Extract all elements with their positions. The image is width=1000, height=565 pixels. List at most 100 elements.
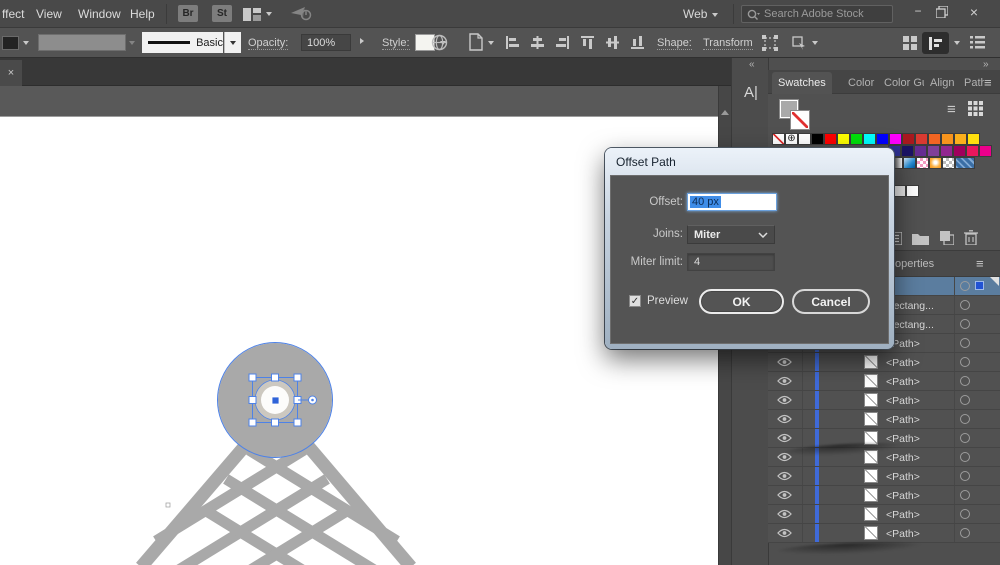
- swatch[interactable]: [850, 133, 863, 145]
- chevron-down-icon[interactable]: [23, 41, 29, 45]
- swatch[interactable]: [916, 157, 929, 169]
- fill-color-swatch[interactable]: [2, 36, 19, 50]
- visibility-eye-icon[interactable]: [777, 452, 792, 462]
- document-setup-icon[interactable]: [469, 33, 483, 51]
- layer-thumbnail[interactable]: [864, 526, 878, 540]
- chevron-right-icon[interactable]: [360, 38, 364, 44]
- stock-button[interactable]: St: [212, 5, 232, 22]
- swatch[interactable]: [798, 133, 811, 145]
- window-close-button[interactable]: ×: [964, 4, 984, 20]
- miter-limit-input[interactable]: 4: [687, 253, 775, 271]
- swatch[interactable]: [953, 145, 966, 157]
- layer-thumbnail[interactable]: [864, 355, 878, 369]
- layer-target-circle[interactable]: [960, 414, 970, 424]
- stroke-color-swatch[interactable]: [38, 34, 126, 51]
- document-tab-bar[interactable]: [0, 58, 731, 86]
- bounding-box-icon[interactable]: [762, 35, 778, 51]
- layer-target-circle[interactable]: [960, 357, 970, 367]
- layer-thumbnail[interactable]: [864, 412, 878, 426]
- swatch[interactable]: [863, 133, 876, 145]
- character-panel-icon[interactable]: A|: [744, 84, 758, 101]
- tab-color[interactable]: Color: [842, 72, 880, 94]
- pasteboard[interactable]: [0, 86, 718, 117]
- swatch[interactable]: [772, 133, 785, 145]
- tab-pathfinder[interactable]: Pathfinder: [958, 72, 984, 94]
- visibility-eye-icon[interactable]: [777, 376, 792, 386]
- swatch[interactable]: ⊕: [785, 133, 798, 145]
- panel-menu-icon[interactable]: ≡: [976, 256, 984, 271]
- chevron-down-icon[interactable]: [266, 12, 272, 16]
- document-setup-globe-icon[interactable]: [431, 34, 448, 51]
- workspace-select[interactable]: Web: [683, 7, 707, 21]
- preview-checkbox[interactable]: ✓: [629, 295, 641, 307]
- tab-swatches[interactable]: Swatches: [772, 72, 832, 94]
- joins-select[interactable]: Miter: [687, 225, 775, 244]
- adobe-stock-search[interactable]: Search Adobe Stock: [741, 5, 893, 23]
- swatch[interactable]: [929, 157, 942, 169]
- visibility-eye-icon[interactable]: [777, 414, 792, 424]
- docked-panel-button[interactable]: [922, 32, 949, 54]
- align-h-center-icon[interactable]: [530, 35, 545, 50]
- panel-list-icon[interactable]: [970, 36, 985, 49]
- align-left-icon[interactable]: [505, 35, 520, 50]
- opacity-label[interactable]: Opacity:: [248, 37, 288, 50]
- panel-menu-icon[interactable]: ≡: [984, 75, 992, 90]
- layer-row[interactable]: <Path>: [768, 505, 1000, 524]
- swatch[interactable]: [906, 185, 919, 197]
- swatch[interactable]: [901, 145, 914, 157]
- layer-thumbnail[interactable]: [864, 431, 878, 445]
- opacity-field[interactable]: 100%: [301, 34, 351, 51]
- workspace-switcher-icon[interactable]: [243, 8, 261, 21]
- swatch[interactable]: [979, 145, 992, 157]
- transform-label[interactable]: Transform: [703, 37, 753, 50]
- layer-row[interactable]: <Path>: [768, 429, 1000, 448]
- layer-target-circle[interactable]: [960, 490, 970, 500]
- expand-panels-icon[interactable]: «: [749, 59, 755, 70]
- tab-align[interactable]: Align: [924, 72, 960, 94]
- visibility-eye-icon[interactable]: [777, 433, 792, 443]
- layer-target-circle[interactable]: [960, 509, 970, 519]
- new-swatch-icon[interactable]: [940, 231, 954, 245]
- layer-target-circle[interactable]: [960, 300, 970, 310]
- stroke-profile-chevron[interactable]: [224, 32, 241, 53]
- arrange-documents-icon[interactable]: [903, 36, 917, 50]
- layer-target-circle[interactable]: [960, 528, 970, 538]
- swatch[interactable]: [811, 133, 824, 145]
- layer-target-circle[interactable]: [960, 452, 970, 462]
- chevron-down-icon[interactable]: [954, 41, 960, 45]
- swatch[interactable]: [954, 133, 967, 145]
- visibility-eye-icon[interactable]: [777, 490, 792, 500]
- visibility-eye-icon[interactable]: [777, 471, 792, 481]
- window-restore-button[interactable]: [936, 6, 948, 18]
- layer-thumbnail[interactable]: [864, 393, 878, 407]
- window-minimize-button[interactable]: −: [908, 4, 928, 18]
- shape-label[interactable]: Shape:: [657, 37, 692, 50]
- collapse-panels-icon[interactable]: »: [983, 59, 989, 70]
- swatch[interactable]: [837, 133, 850, 145]
- list-view-icon[interactable]: ≡: [947, 101, 956, 118]
- layer-target-circle[interactable]: [960, 338, 970, 348]
- stroke-indicator[interactable]: [790, 110, 810, 130]
- swatch[interactable]: [915, 133, 928, 145]
- layer-target-circle[interactable]: [960, 376, 970, 386]
- style-label[interactable]: Style:: [382, 37, 410, 50]
- swatch[interactable]: [824, 133, 837, 145]
- layer-thumbnail[interactable]: [864, 507, 878, 521]
- swatch[interactable]: [955, 157, 975, 169]
- layer-target-circle[interactable]: [960, 281, 970, 291]
- chevron-down-icon[interactable]: [812, 41, 818, 45]
- swatch[interactable]: [967, 133, 980, 145]
- align-top-icon[interactable]: [580, 35, 595, 50]
- scroll-up-arrow-icon[interactable]: [721, 110, 729, 115]
- layer-row[interactable]: <Path>: [768, 448, 1000, 467]
- layer-thumbnail[interactable]: [864, 374, 878, 388]
- swatch-folder-icon[interactable]: [912, 232, 929, 245]
- swatch[interactable]: [940, 145, 953, 157]
- swatch[interactable]: [928, 133, 941, 145]
- layer-target-circle[interactable]: [960, 471, 970, 481]
- layer-row[interactable]: <Path>: [768, 524, 1000, 543]
- align-v-center-icon[interactable]: [605, 35, 620, 50]
- menu-view[interactable]: View: [36, 7, 62, 21]
- menu-window[interactable]: Window: [78, 7, 121, 21]
- layer-target-circle[interactable]: [960, 395, 970, 405]
